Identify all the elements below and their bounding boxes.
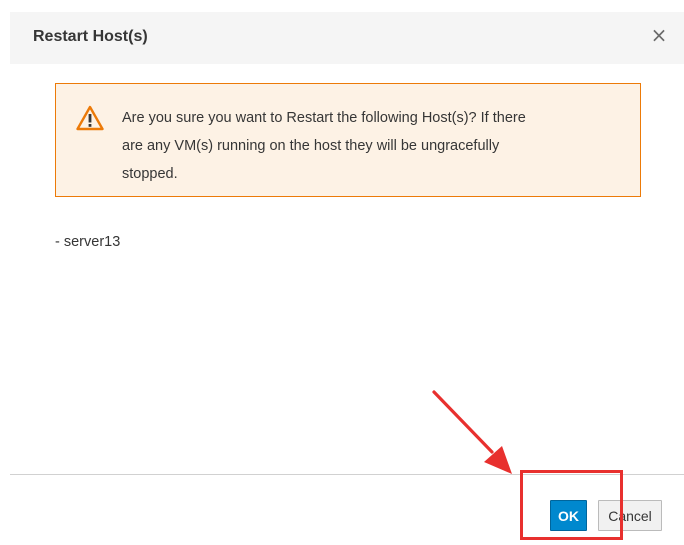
warning-line: are any VM(s) running on the host they w… [122,138,500,154]
cancel-button[interactable]: Cancel [598,500,662,531]
warning-triangle-icon [76,105,104,131]
footer-divider [10,474,684,475]
close-icon[interactable]: × [648,24,670,46]
warning-alert: Are you sure you want to Restart the fol… [55,83,641,197]
ok-button[interactable]: OK [550,500,587,531]
warning-line: Are you sure you want to Restart the fol… [122,110,526,126]
host-list-item: - server13 [55,234,121,250]
restart-host-dialog: Restart Host(s) × Are you sure you want … [10,12,684,545]
dialog-title: Restart Host(s) [33,28,148,45]
warning-line: stopped. [122,166,178,182]
warning-message: Are you sure you want to Restart the fol… [122,104,622,188]
dialog-header: Restart Host(s) × [10,12,684,64]
